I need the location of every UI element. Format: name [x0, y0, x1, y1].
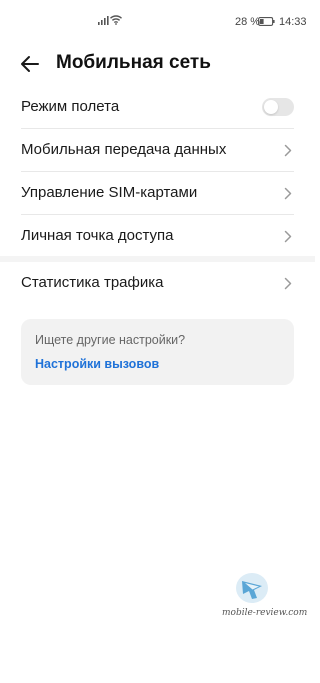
app-header: Мобильная сеть — [0, 44, 315, 84]
chevron-right-icon — [284, 144, 292, 157]
sim-management-label: Управление SIM-картами — [21, 184, 198, 201]
call-settings-link[interactable]: Настройки вызовов — [35, 357, 159, 371]
sim-management-row[interactable]: Управление SIM-картами — [21, 172, 294, 215]
chevron-right-icon — [284, 230, 292, 243]
airplane-mode-row[interactable]: Режим полета — [21, 86, 294, 129]
settings-list: Режим полета Мобильная передача данных У… — [0, 86, 315, 257]
traffic-statistics-row[interactable]: Статистика трафика — [21, 262, 294, 304]
back-button[interactable] — [17, 52, 43, 76]
battery-icon — [258, 17, 275, 26]
traffic-section: Статистика трафика — [0, 262, 315, 304]
page-title: Мобильная сеть — [56, 52, 211, 73]
arrow-left-icon — [21, 56, 39, 72]
hotspot-row[interactable]: Личная точка доступа — [21, 215, 294, 257]
suggestion-card: Ищете другие настройки? Настройки вызово… — [21, 319, 294, 385]
mobile-data-label: Мобильная передача данных — [21, 141, 227, 158]
hotspot-label: Личная точка доступа — [21, 227, 174, 244]
traffic-statistics-label: Статистика трафика — [21, 274, 164, 291]
airplane-mode-toggle[interactable] — [262, 98, 294, 116]
wifi-icon — [110, 15, 122, 25]
watermark: mobile-review.com — [222, 572, 307, 622]
mobile-data-row[interactable]: Мобильная передача данных — [21, 129, 294, 172]
status-bar: 28 % 14:33 — [0, 0, 315, 44]
airplane-mode-label: Режим полета — [21, 98, 120, 115]
clock: 14:33 — [279, 16, 307, 28]
toggle-knob — [264, 100, 278, 114]
suggestion-title: Ищете другие настройки? — [35, 333, 186, 347]
chevron-right-icon — [284, 277, 292, 290]
watermark-text: mobile-review.com — [222, 608, 308, 618]
battery-percent: 28 % — [235, 16, 261, 28]
mobile-review-logo-icon — [236, 573, 268, 603]
chevron-right-icon — [284, 187, 292, 200]
signal-icon — [98, 16, 109, 25]
